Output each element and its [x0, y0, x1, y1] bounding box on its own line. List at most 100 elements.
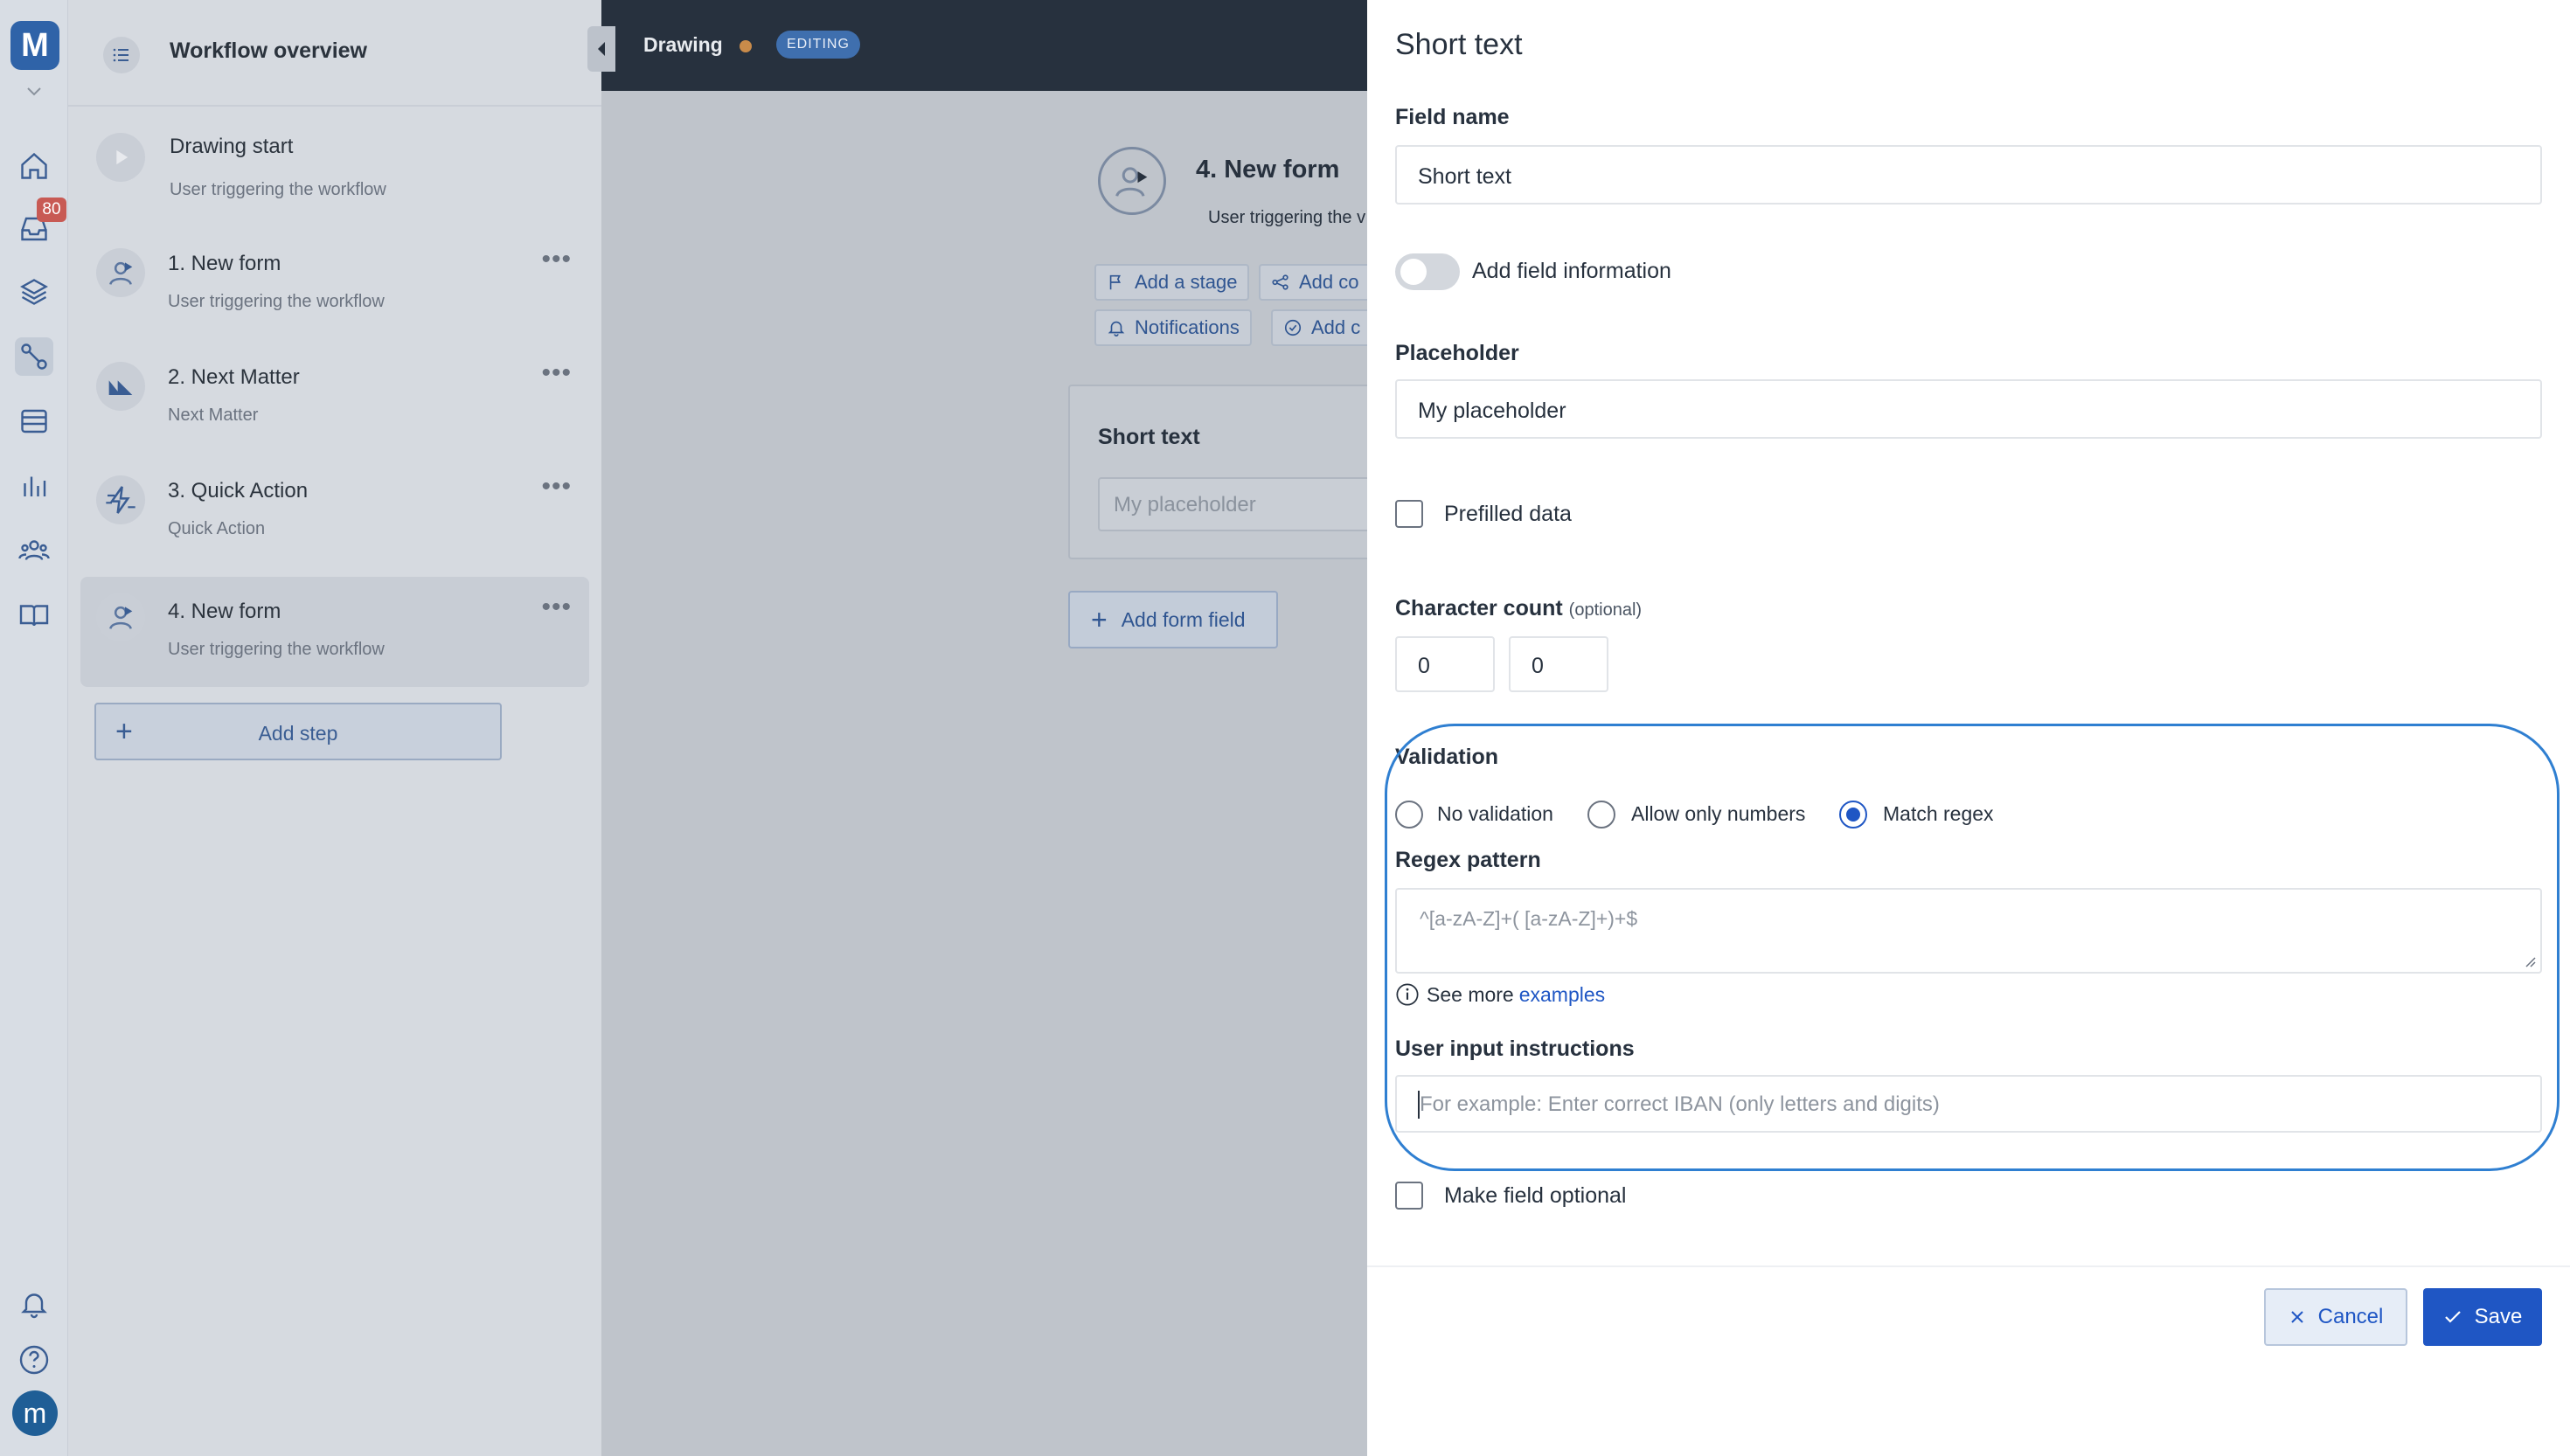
step-description: User triggering the v [1208, 208, 1366, 227]
step-new-form-4[interactable]: 4. New form User triggering the workflow… [80, 577, 589, 687]
notifications-label: Notifications [1135, 316, 1240, 338]
play-icon [96, 133, 145, 182]
see-more-text: See more [1427, 982, 1514, 1006]
step-title: 3. Quick Action [168, 479, 309, 503]
step-subtitle: User triggering the workflow [168, 640, 385, 659]
char-count-max-input[interactable]: 0 [1509, 636, 1608, 692]
add-step-button[interactable]: + Add step [94, 703, 502, 760]
bell-icon[interactable] [15, 1285, 53, 1323]
step-title: 2. Next Matter [168, 365, 300, 389]
char-count-min-input[interactable]: 0 [1395, 636, 1495, 692]
plus-icon: + [1091, 603, 1108, 635]
optional-hint: (optional) [1568, 600, 1643, 620]
examples-link[interactable]: examples [1519, 983, 1605, 1007]
notifications-button[interactable]: Notifications [1094, 309, 1252, 346]
add-step-label: Add step [258, 722, 338, 745]
users-icon[interactable] [15, 531, 53, 570]
more-options-icon[interactable]: ••• [541, 245, 572, 274]
step-title: 4. New form [168, 600, 281, 623]
step-next-matter[interactable]: 2. Next Matter Next Matter ••• [80, 343, 589, 453]
toggle-knob [1400, 259, 1427, 285]
step-new-form-1[interactable]: 1. New form User triggering the workflow… [80, 229, 589, 339]
cancel-button[interactable]: Cancel [2264, 1288, 2407, 1346]
add-check-button[interactable]: Add c [1271, 309, 1367, 346]
form-field-card[interactable]: Short text My placeholder [1068, 385, 1367, 559]
make-field-optional-label: Make field optional [1444, 1183, 1627, 1208]
add-stage-label: Add a stage [1135, 271, 1238, 293]
form-user-icon [96, 593, 145, 641]
character-count-label: Character count (optional) [1395, 596, 1642, 621]
placeholder-input[interactable]: My placeholder [1395, 379, 2542, 439]
editor-canvas: 4. New form User triggering the v Add a … [601, 91, 1367, 1456]
workflow-title: Workflow overview [170, 38, 367, 63]
next-matter-icon [96, 362, 145, 411]
workflow-panel: Workflow overview Drawing start User tri… [68, 0, 601, 1456]
footer-divider [1367, 1265, 2570, 1267]
more-options-icon[interactable]: ••• [541, 593, 572, 622]
list-icon[interactable] [15, 402, 53, 440]
add-stage-button[interactable]: Add a stage [1094, 264, 1250, 301]
user-input-instructions-placeholder: For example: Enter correct IBAN (only le… [1420, 1092, 1940, 1116]
field-settings-panel: Short text Field name Short text Add fie… [1367, 0, 2570, 1456]
list-bullets-icon [103, 37, 140, 73]
user-input-instructions-label: User input instructions [1395, 1037, 1635, 1061]
chevron-down-icon[interactable] [24, 80, 45, 101]
field-name-value: Short text [1418, 164, 1511, 189]
user-input-instructions-input[interactable]: For example: Enter correct IBAN (only le… [1395, 1075, 2542, 1133]
step-subtitle: User triggering the workflow [168, 292, 385, 311]
add-field-info-label: Add field information [1472, 259, 1671, 283]
workflow-header: Workflow overview [68, 0, 601, 107]
step-heading: 4. New form [1196, 156, 1340, 184]
workflow-name: Drawing [643, 33, 723, 56]
chart-icon[interactable] [15, 467, 53, 505]
prefilled-data-label: Prefilled data [1444, 502, 1572, 526]
left-rail: M 80 m [0, 0, 68, 1456]
save-button[interactable]: Save [2423, 1288, 2542, 1346]
step-subtitle: Quick Action [168, 519, 266, 538]
add-form-field-button[interactable]: + Add form field [1068, 591, 1278, 648]
regex-pattern-textarea[interactable]: ^[a-zA-Z]+( [a-zA-Z]+)+$ [1395, 888, 2542, 974]
book-icon[interactable] [15, 596, 53, 634]
placeholder-value: My placeholder [1418, 399, 1566, 423]
save-label: Save [2474, 1305, 2523, 1328]
step-quick-action[interactable]: 3. Quick Action Quick Action ••• [80, 456, 589, 566]
inbox-count-badge: 80 [37, 198, 66, 222]
home-icon[interactable] [15, 147, 53, 185]
lightning-icon [96, 475, 145, 524]
add-field-info-toggle[interactable] [1395, 253, 1460, 290]
make-field-optional-checkbox[interactable] [1395, 1182, 1423, 1210]
bell-icon [1108, 321, 1125, 336]
char-count-min-value: 0 [1418, 654, 1430, 678]
more-options-icon[interactable]: ••• [541, 472, 572, 502]
step-drawing-start[interactable]: Drawing start User triggering the workfl… [80, 114, 589, 224]
help-icon[interactable] [15, 1341, 53, 1379]
add-connection-button[interactable]: Add co [1259, 264, 1367, 301]
app-logo[interactable]: M [10, 21, 59, 70]
collapse-panel-button[interactable] [587, 26, 615, 72]
check-circle-icon [1284, 319, 1302, 336]
radio-match-regex[interactable] [1839, 801, 1867, 829]
field-name-input[interactable]: Short text [1395, 145, 2542, 205]
avatar[interactable]: m [12, 1390, 58, 1436]
check-icon [2444, 1311, 2461, 1323]
status-badge: EDITING [776, 31, 860, 59]
panel-title: Short text [1395, 28, 1523, 61]
top-bar: Drawing EDITING [601, 0, 1367, 91]
close-icon [2290, 1311, 2303, 1323]
step-subtitle: Next Matter [168, 406, 259, 425]
regex-pattern-placeholder: ^[a-zA-Z]+( [a-zA-Z]+)+$ [1420, 907, 1638, 930]
radio-allow-only-numbers-label: Allow only numbers [1631, 802, 1806, 825]
radio-allow-only-numbers[interactable] [1587, 801, 1615, 829]
step-title: 1. New form [168, 252, 281, 275]
more-options-icon[interactable]: ••• [541, 358, 572, 388]
workflow-icon[interactable] [15, 337, 53, 376]
add-form-field-label: Add form field [1121, 607, 1246, 631]
radio-no-validation[interactable] [1395, 801, 1423, 829]
form-field-title: Short text [1098, 425, 1200, 449]
layers-icon[interactable] [15, 273, 53, 311]
placeholder-label: Placeholder [1395, 341, 1519, 365]
step-subtitle: User triggering the workflow [170, 180, 386, 199]
resize-handle-icon [2525, 957, 2536, 967]
form-field-placeholder: My placeholder [1114, 493, 1256, 517]
prefilled-data-checkbox[interactable] [1395, 500, 1423, 528]
